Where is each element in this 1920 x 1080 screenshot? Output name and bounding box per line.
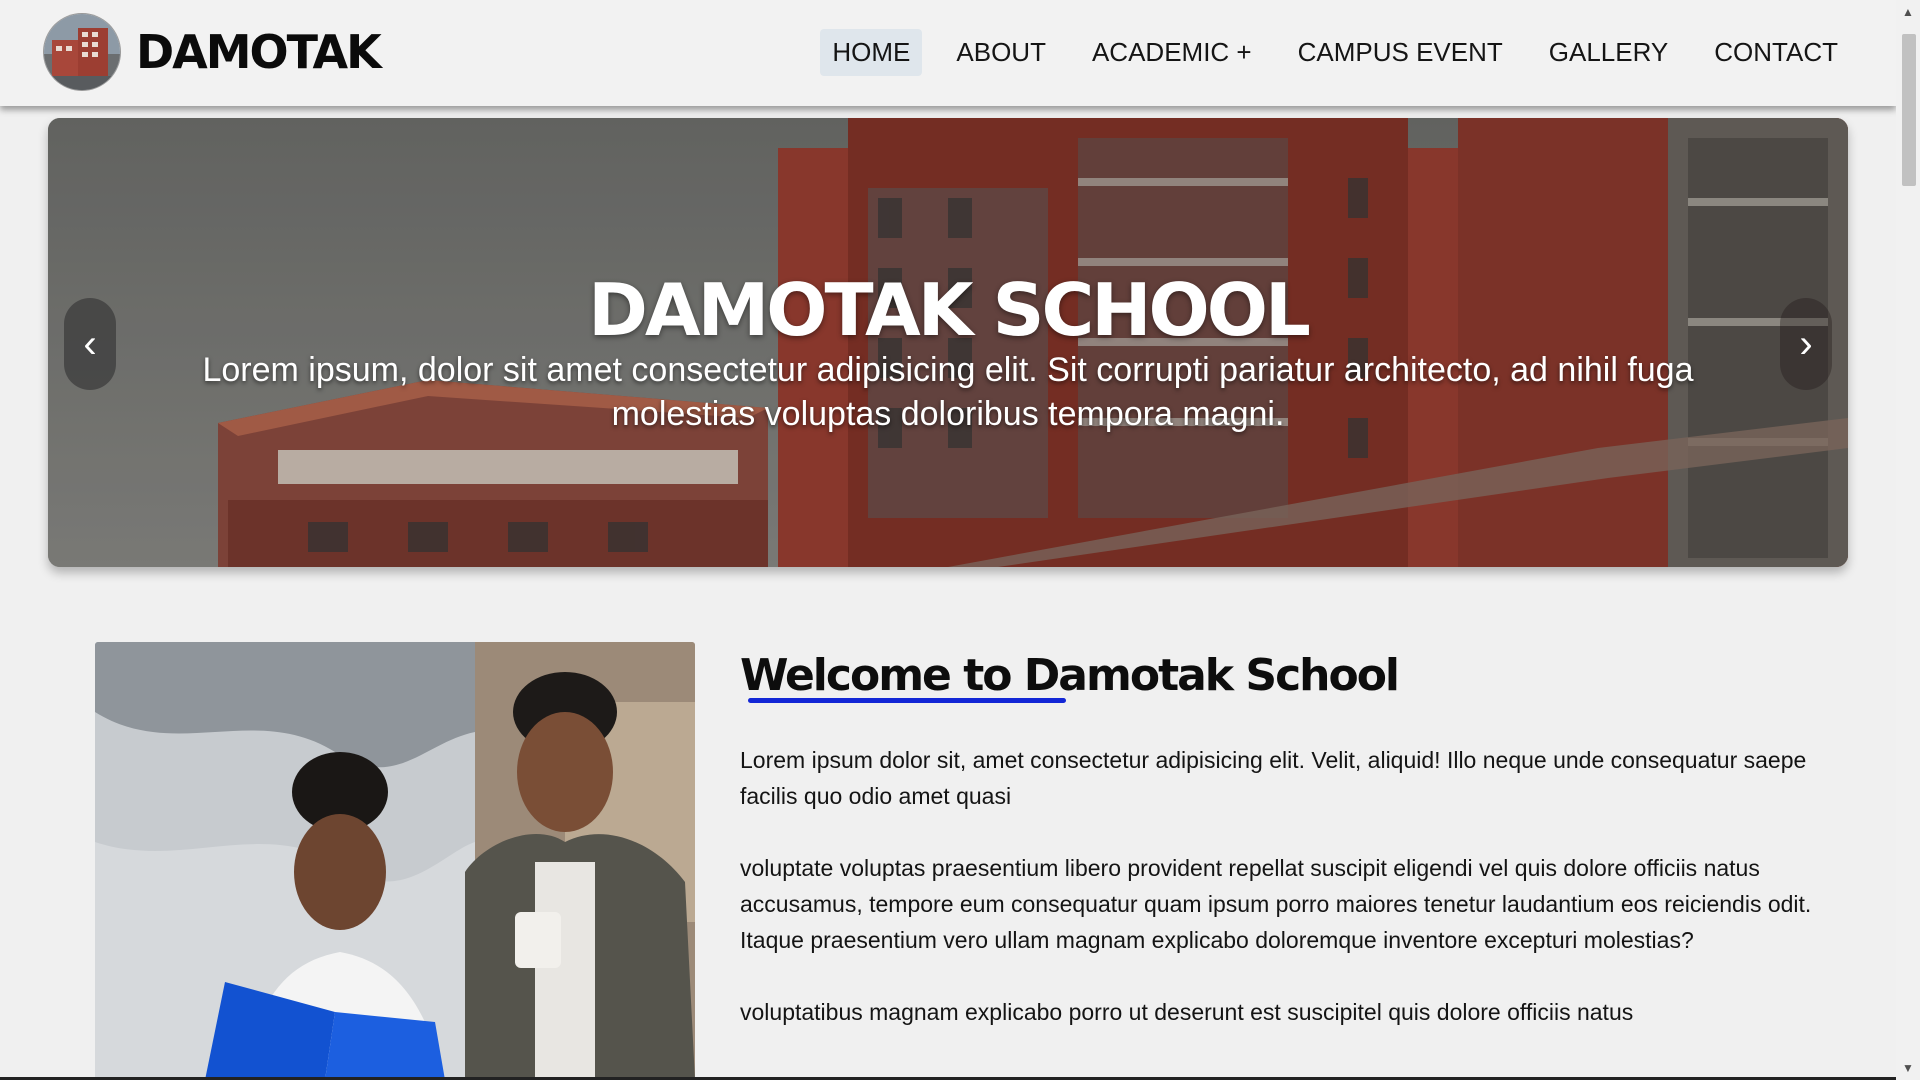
scroll-down-arrow-icon[interactable]: ▼ — [1896, 1056, 1920, 1080]
welcome-title-text: Welcome to Damotak School — [740, 650, 1400, 701]
nav-item-about[interactable]: ABOUT — [944, 29, 1058, 76]
hero-carousel: DAMOTAK SCHOOL Lorem ipsum, dolor sit am… — [48, 118, 1848, 567]
hero-subtitle: Lorem ipsum, dolor sit amet consectetur … — [202, 351, 1694, 433]
nav-item-campus-event[interactable]: CAMPUS EVENT — [1286, 29, 1515, 76]
welcome-paragraph-2: voluptate voluptas praesentium libero pr… — [740, 855, 1812, 953]
site-header: DAMOTAK HOME ABOUT ACADEMIC + CAMPUS EVE… — [0, 0, 1896, 106]
page-scrollbar[interactable]: ▲ ▼ — [1896, 0, 1920, 1080]
welcome-section: Welcome to Damotak School Lorem ipsum do… — [740, 648, 1820, 1030]
nav-item-gallery[interactable]: GALLERY — [1537, 29, 1680, 76]
main-nav: HOME ABOUT ACADEMIC + CAMPUS EVENT GALLE… — [820, 29, 1850, 76]
chevron-left-icon: ‹ — [83, 321, 97, 366]
welcome-paragraph-3: voluptatibus magnam explicabo porro ut d… — [740, 999, 1634, 1025]
brand[interactable]: DAMOTAK — [44, 14, 382, 90]
nav-item-contact[interactable]: CONTACT — [1702, 29, 1850, 76]
nav-item-academic[interactable]: ACADEMIC + — [1080, 29, 1264, 76]
hero-title: DAMOTAK SCHOOL — [588, 268, 1311, 352]
brand-name[interactable]: DAMOTAK — [136, 25, 382, 79]
school-building-logo[interactable] — [44, 14, 120, 90]
scroll-thumb[interactable] — [1902, 34, 1916, 186]
carousel-next-button[interactable]: › — [1780, 298, 1832, 390]
nav-item-home[interactable]: HOME — [820, 29, 923, 76]
title-underline — [748, 698, 1066, 703]
welcome-paragraph-1: Lorem ipsum dolor sit, amet consectetur … — [740, 747, 1807, 809]
welcome-title: Welcome to Damotak School — [740, 648, 1820, 704]
chevron-right-icon: › — [1799, 321, 1813, 366]
students-image — [95, 642, 695, 1080]
scroll-up-arrow-icon[interactable]: ▲ — [1896, 0, 1920, 24]
carousel-prev-button[interactable]: ‹ — [64, 298, 116, 390]
